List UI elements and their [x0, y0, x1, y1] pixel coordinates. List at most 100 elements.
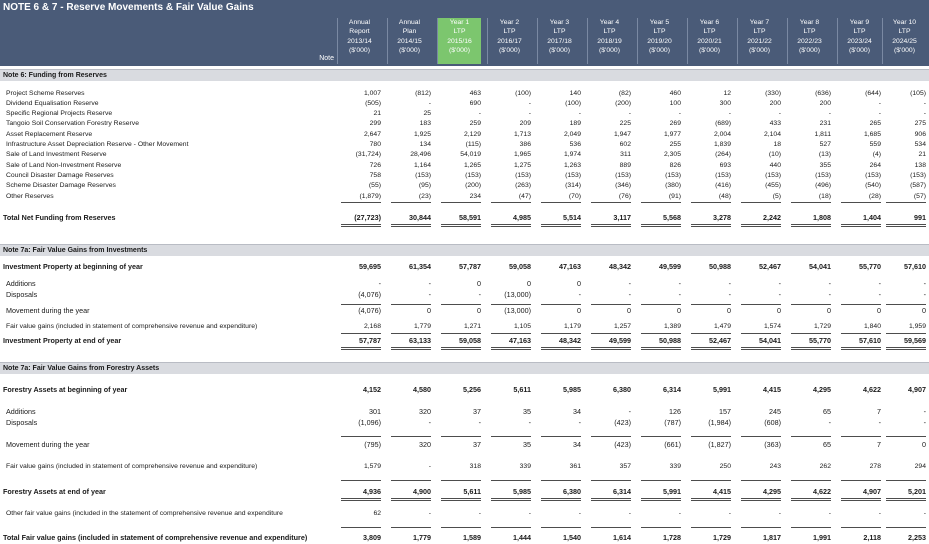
subtotal-rule: [886, 333, 926, 334]
row-value: (795): [364, 440, 381, 449]
subtotal-rule: [491, 304, 531, 305]
double-underline: [441, 347, 481, 350]
row-label: Sale of Land Non-Investment Reserve: [6, 162, 122, 169]
subtotal-rule: [391, 527, 431, 528]
row-value: 2,049: [563, 131, 581, 138]
row-value: 65: [823, 407, 831, 416]
double-underline: [886, 347, 926, 350]
row-value: (31,724): [355, 151, 381, 158]
row-value: 1,614: [613, 533, 631, 542]
subtotal-rule: [341, 202, 381, 203]
row-value: (91): [668, 193, 681, 200]
row-value: 4,622: [813, 487, 831, 496]
row-value: (5): [772, 193, 781, 200]
row-value: (496): [815, 182, 831, 189]
row-value: (587): [910, 182, 926, 189]
row-value: 339: [519, 463, 531, 470]
column-header-12: Year 10 LTP 2024/25 ($'000): [882, 18, 926, 64]
row-value: 0: [727, 306, 731, 315]
column-header-line: LTP: [803, 28, 816, 36]
double-underline: [691, 224, 731, 227]
double-underline: [841, 224, 881, 227]
row-value: 826: [669, 162, 681, 169]
subtotal-rule: [591, 527, 631, 528]
column-header-11: Year 9 LTP 2023/24 ($'000): [837, 18, 881, 64]
table-row: Additions - - 0 0 0 - - - - - - -: [0, 279, 929, 289]
row-value: (540): [865, 182, 881, 189]
row-value: 440: [769, 162, 781, 169]
double-underline: [741, 224, 781, 227]
column-header-4: Year 2 LTP 2016/17 ($'000): [487, 18, 531, 64]
double-underline: [791, 347, 831, 350]
row-value: 34: [573, 440, 581, 449]
row-value: -: [478, 110, 481, 117]
row-value: 3,278: [713, 213, 731, 222]
row-value: 234: [469, 193, 481, 200]
subtotal-rule: [391, 480, 431, 481]
row-value: (82): [618, 90, 631, 97]
subtotal-rule: [741, 304, 781, 305]
row-value: 1,728: [663, 533, 681, 542]
column-header-line: Report: [349, 28, 370, 36]
subtotal-rule: [491, 436, 531, 437]
table-row: Sale of Land Non-Investment Reserve 726 1,…: [0, 161, 929, 171]
row-value: 265: [869, 120, 881, 127]
row-value: 361: [569, 463, 581, 470]
table-row: Sale of Land Investment Reserve (31,724) 2…: [0, 150, 929, 160]
column-header-line: 2013/14: [347, 37, 372, 45]
row-value: -: [628, 290, 631, 299]
row-value: 63,133: [409, 336, 431, 345]
column-header-line: ($'000): [549, 47, 570, 55]
row-value: -: [923, 100, 926, 107]
row-value: (423): [614, 440, 631, 449]
row-value: 18: [773, 141, 781, 148]
row-value: 134: [419, 141, 431, 148]
row-value: 0: [922, 306, 926, 315]
row-value: 1,991: [813, 533, 831, 542]
double-underline: [886, 224, 926, 227]
column-header-line: Year 1: [449, 19, 470, 26]
subtotal-rule: [691, 202, 731, 203]
row-label: Disposals: [6, 418, 38, 427]
row-value: -: [923, 407, 926, 416]
row-value: 1,179: [563, 323, 581, 330]
row-value: (70): [568, 193, 581, 200]
row-value: 30,844: [409, 213, 431, 222]
row-label: Tangoio Soil Conservation Forestry Reser…: [6, 120, 139, 127]
row-value: -: [478, 418, 481, 427]
row-value: 200: [819, 100, 831, 107]
column-header-1: Annual Report 2013/14 ($'000): [337, 18, 381, 64]
column-header-line: LTP: [853, 28, 866, 36]
row-value: 1,808: [813, 213, 831, 222]
row-value: 126: [669, 407, 681, 416]
column-header-9: Year 7 LTP 2021/22 ($'000): [737, 18, 781, 64]
row-value: -: [578, 110, 581, 117]
row-value: 0: [877, 306, 881, 315]
double-underline: [691, 347, 731, 350]
subtotal-rule: [641, 436, 681, 437]
row-value: 4,580: [413, 385, 431, 394]
column-header-line: Year 7: [749, 19, 770, 26]
row-value: 50,988: [709, 262, 731, 271]
row-value: -: [728, 279, 731, 288]
row-value: 6,380: [563, 487, 581, 496]
row-value: 5,991: [663, 487, 681, 496]
row-value: (1,879): [359, 193, 381, 200]
subtotal-rule: [441, 333, 481, 334]
row-value: 189: [569, 120, 581, 127]
row-value: (153): [665, 172, 681, 179]
row-value: 25: [423, 110, 431, 117]
row-value: 690: [469, 100, 481, 107]
row-value: (13,000): [504, 306, 531, 315]
column-header-line: 2017/18: [547, 37, 572, 45]
subtotal-rule: [691, 436, 731, 437]
subtotal-rule: [741, 202, 781, 203]
subtotal-rule: [341, 304, 381, 305]
row-value: 157: [719, 407, 731, 416]
row-value: 200: [769, 100, 781, 107]
row-value: 28,496: [410, 151, 431, 158]
row-value: 183: [419, 120, 431, 127]
row-value: (153): [865, 172, 881, 179]
row-value: (346): [615, 182, 631, 189]
column-header-6: Year 4 LTP 2018/19 ($'000): [587, 18, 631, 64]
